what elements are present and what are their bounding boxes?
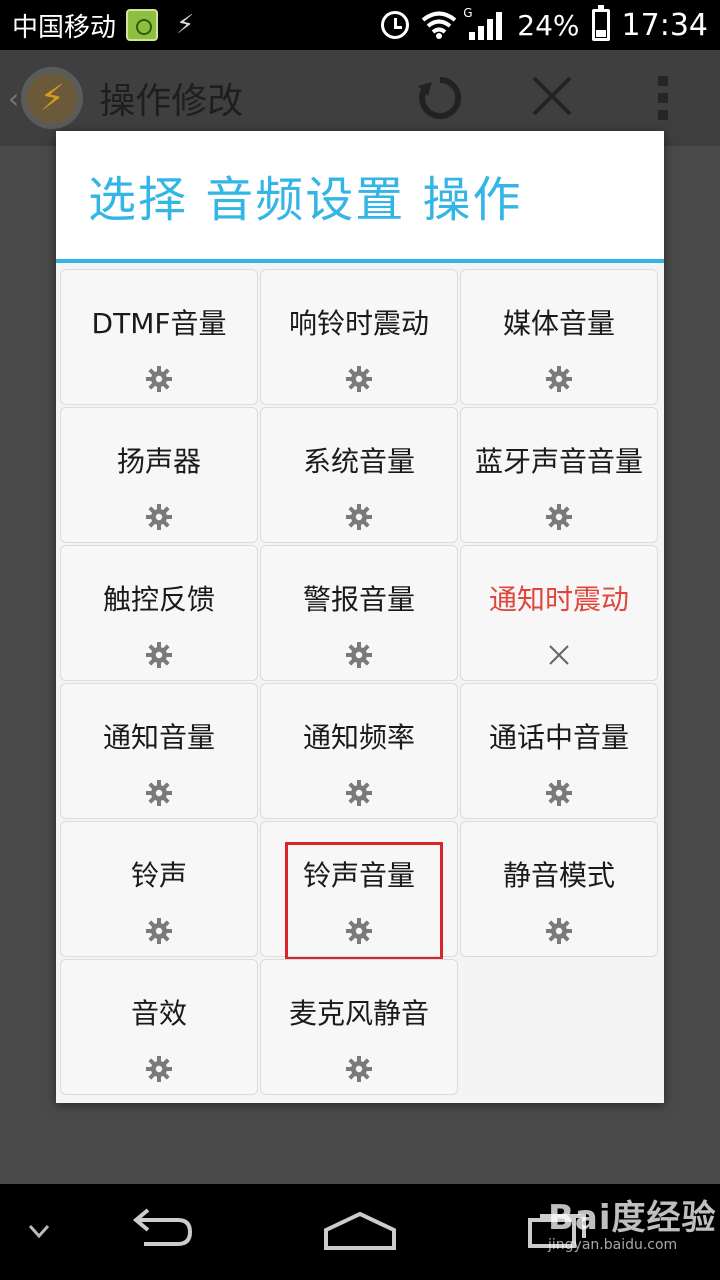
gear-icon[interactable] — [146, 366, 172, 392]
action-tile[interactable]: 扬声器 — [60, 407, 258, 543]
action-tile-label: 通知音量 — [102, 721, 215, 754]
action-tile-label: 通知时震动 — [488, 583, 629, 616]
action-tile-label: 音效 — [130, 997, 187, 1030]
wifi-icon — [422, 11, 457, 39]
action-tile-label: 系统音量 — [302, 445, 415, 478]
refresh-icon[interactable] — [414, 72, 466, 124]
gear-icon[interactable] — [346, 918, 372, 944]
clock: 17:34 — [621, 7, 708, 43]
gear-icon[interactable] — [546, 504, 572, 530]
gear-icon[interactable] — [546, 918, 572, 944]
action-tile-label: 警报音量 — [302, 583, 415, 616]
action-tile[interactable]: 通知时震动 — [460, 545, 658, 681]
app-title: 操作修改 — [99, 81, 244, 122]
status-right: G 24% 17:34 — [381, 5, 708, 43]
collapse-chevron-icon[interactable] — [26, 1218, 52, 1244]
lightning-icon: ⚡ — [176, 10, 195, 40]
status-left: 中国移动 ⚡ — [12, 7, 194, 44]
action-tile[interactable]: 通话中音量 — [460, 683, 658, 819]
gear-icon[interactable] — [346, 366, 372, 392]
gear-icon[interactable] — [546, 780, 572, 806]
battery-icon — [591, 5, 610, 41]
action-tile-label: 麦克风静音 — [288, 997, 429, 1030]
gear-icon[interactable] — [346, 1056, 372, 1082]
gear-icon[interactable] — [346, 504, 372, 530]
action-tile-label: 触控反馈 — [102, 583, 215, 616]
action-tile[interactable]: 麦克风静音 — [260, 959, 458, 1095]
action-tile-label: 静音模式 — [502, 859, 615, 892]
home-icon[interactable] — [322, 1210, 398, 1250]
gear-icon[interactable] — [346, 642, 372, 668]
action-grid: DTMF音量 响铃时震动 媒体音量扬声器 系统音量 蓝牙声音音量触控反馈 警报音量 通知时震… — [60, 269, 660, 1095]
action-tile[interactable]: 通知音量 — [60, 683, 258, 819]
carrier-name: 中国移动 — [12, 12, 117, 43]
network-type: G — [463, 6, 473, 20]
baidu-watermark: Bai度经验 jingyan.baidu.com — [548, 1190, 717, 1253]
action-tile-label: 扬声器 — [116, 445, 201, 478]
action-tile-label: 蓝牙声音音量 — [474, 445, 643, 478]
app-logo-icon[interactable]: ⚡ — [21, 67, 84, 129]
signal-icon: G — [463, 6, 505, 40]
action-select-dialog: 选择 音频设置 操作 DTMF音量 响铃时震动 媒体音量扬声器 系统音量 蓝牙声音音量触… — [56, 131, 664, 1103]
action-tile[interactable]: 警报音量 — [260, 545, 458, 681]
gear-icon[interactable] — [346, 780, 372, 806]
battery-percent: 24% — [517, 8, 580, 42]
alarm-icon — [381, 11, 410, 39]
action-tile[interactable]: 响铃时震动 — [260, 269, 458, 405]
watermark-url: jingyan.baidu.com — [548, 1237, 678, 1253]
back-chevron-icon[interactable]: ‹ — [8, 82, 19, 115]
action-tile[interactable]: 蓝牙声音音量 — [460, 407, 658, 543]
sim-manager-icon — [126, 9, 159, 41]
action-tile[interactable]: 媒体音量 — [460, 269, 658, 405]
action-tile-label: DTMF音量 — [91, 307, 227, 340]
gear-icon[interactable] — [146, 780, 172, 806]
action-tile-label: 铃声音量 — [302, 859, 415, 892]
watermark-logo: Bai度经验 — [548, 1198, 717, 1238]
gear-icon[interactable] — [146, 1056, 172, 1082]
status-bar: 中国移动 ⚡ G 24% 17:34 — [0, 0, 720, 50]
action-tile-label: 通知频率 — [302, 721, 415, 754]
action-tile[interactable]: 触控反馈 — [60, 545, 258, 681]
action-tile-label: 媒体音量 — [502, 307, 615, 340]
action-tile-label: 铃声 — [130, 859, 187, 892]
gear-icon[interactable] — [146, 642, 172, 668]
action-tile-label: 通话中音量 — [488, 721, 629, 754]
dialog-header: 选择 音频设置 操作 — [56, 131, 664, 263]
gear-icon[interactable] — [146, 504, 172, 530]
close-icon[interactable] — [546, 642, 572, 668]
gear-icon[interactable] — [146, 918, 172, 944]
dialog-title: 选择 音频设置 操作 — [88, 172, 523, 228]
back-icon[interactable] — [124, 1206, 196, 1254]
action-tile[interactable]: 铃声 — [60, 821, 258, 957]
action-tile[interactable]: DTMF音量 — [60, 269, 258, 405]
gear-icon[interactable] — [546, 366, 572, 392]
close-icon[interactable] — [530, 74, 574, 118]
action-tile[interactable]: 铃声音量 — [260, 821, 458, 960]
action-tile-label: 响铃时震动 — [288, 307, 429, 340]
overflow-menu-icon[interactable] — [656, 76, 670, 120]
action-tile[interactable]: 音效 — [60, 959, 258, 1095]
action-tile[interactable]: 系统音量 — [260, 407, 458, 543]
action-tile[interactable]: 通知频率 — [260, 683, 458, 819]
action-tile[interactable]: 静音模式 — [460, 821, 658, 957]
